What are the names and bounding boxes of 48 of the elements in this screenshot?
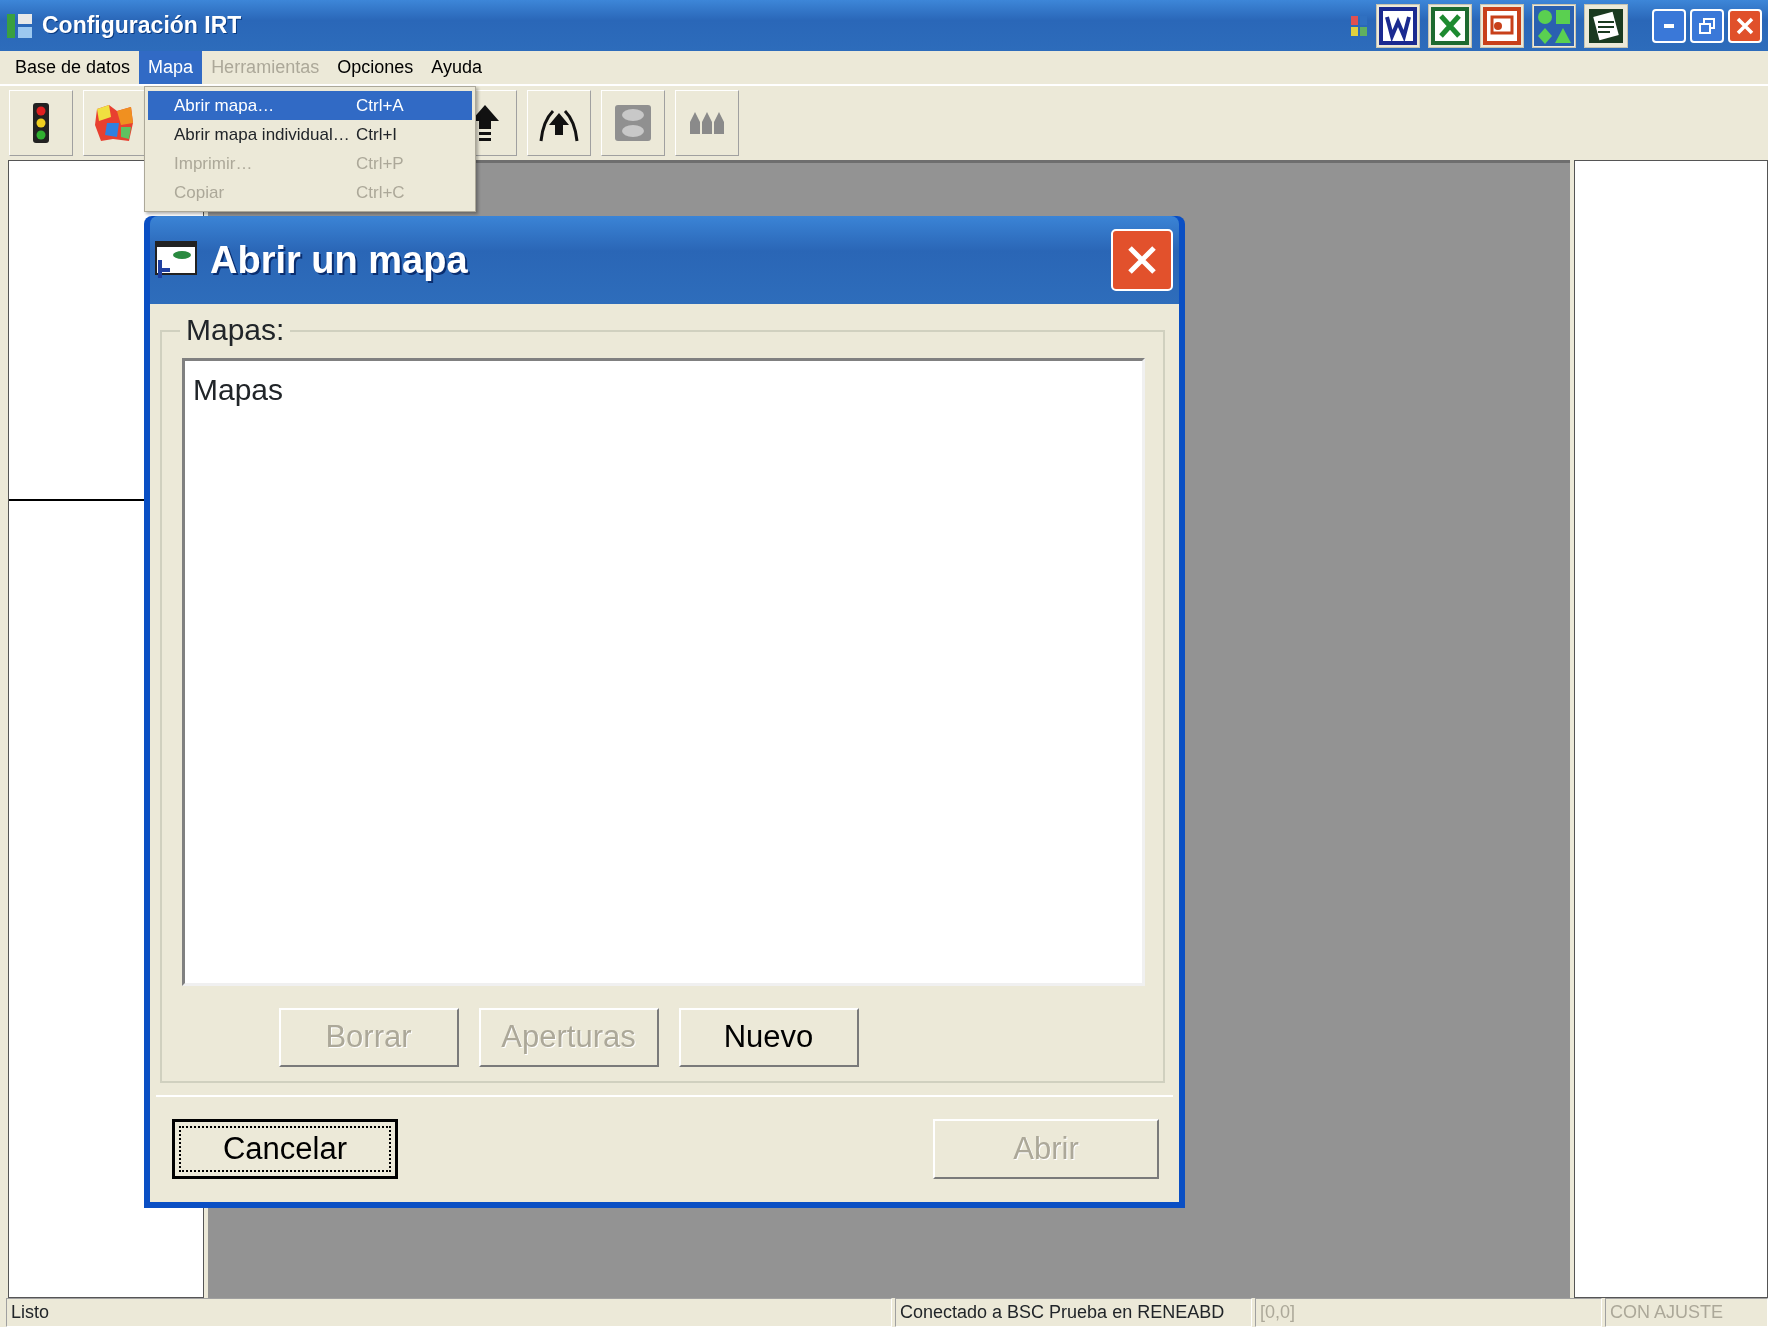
menu-item-label: Abrir mapa individual… [174,123,351,146]
minimize-icon [1664,23,1674,28]
menu-item[interactable]: Ayuda [422,51,491,84]
minimize-button[interactable] [1652,8,1686,43]
menu-item[interactable]: Abrir mapa… Ctrl+A [148,91,472,120]
status-text: [0,0] [1255,1298,1602,1327]
map-window-icon [154,240,198,280]
shapes-button[interactable] [1532,3,1576,48]
document-button[interactable] [1584,3,1628,48]
grid-icon [1350,14,1368,37]
restore-button[interactable] [1690,8,1724,43]
map-list[interactable]: Mapas [182,358,1145,986]
close-button[interactable] [1728,8,1762,43]
dialog-title: Abrir un mapa [210,237,469,283]
status-text: Conectado a BSC Prueba en RENEABD [895,1298,1252,1327]
status-text: CON AJUSTE [1605,1298,1768,1327]
shortcut-text: Ctrl+A [356,94,404,117]
menu-item-label: Abrir mapa… [174,94,276,117]
close-icon [1735,15,1755,36]
word-icon [1378,5,1418,46]
menu-item[interactable]: Mapa [139,51,203,84]
menu-item[interactable]: Opciones [328,51,423,84]
restore-icon [1698,16,1716,35]
word-button[interactable] [1376,3,1420,48]
shortcut-text: Ctrl+P [356,152,404,175]
shapes-icon [1534,5,1574,46]
status-text: Listo [6,1298,892,1327]
spreadsheet-icon [1430,5,1470,46]
menu-item[interactable]: Base de datos [6,51,140,84]
menu-item[interactable]: Abrir mapa individual… Ctrl+I [148,120,472,149]
map-tool-button[interactable] [83,90,147,156]
traffic-light-tool-button[interactable] [9,90,73,156]
menu-item-label: Copiar [174,181,226,204]
shortcut-text: Ctrl+C [356,181,405,204]
slides-button[interactable] [1480,3,1524,48]
dialog-button[interactable]: Cancelar [172,1119,398,1179]
window-title: Configuración IRT [42,11,242,41]
trees-tool-button[interactable] [675,90,739,156]
blob-shapes-tool-button[interactable] [601,90,665,156]
trees-icon [690,112,724,134]
split-arrows-tool-button[interactable] [527,90,591,156]
dialog-button[interactable]: Nuevo [678,1008,859,1067]
menu-item-label: Imprimir… [174,152,254,175]
close-button[interactable] [1111,229,1173,291]
slides-icon [1482,5,1522,46]
spreadsheet-button[interactable] [1428,3,1472,48]
list-item[interactable]: Mapas [193,367,1134,412]
shortcut-text: Ctrl+I [356,123,398,146]
